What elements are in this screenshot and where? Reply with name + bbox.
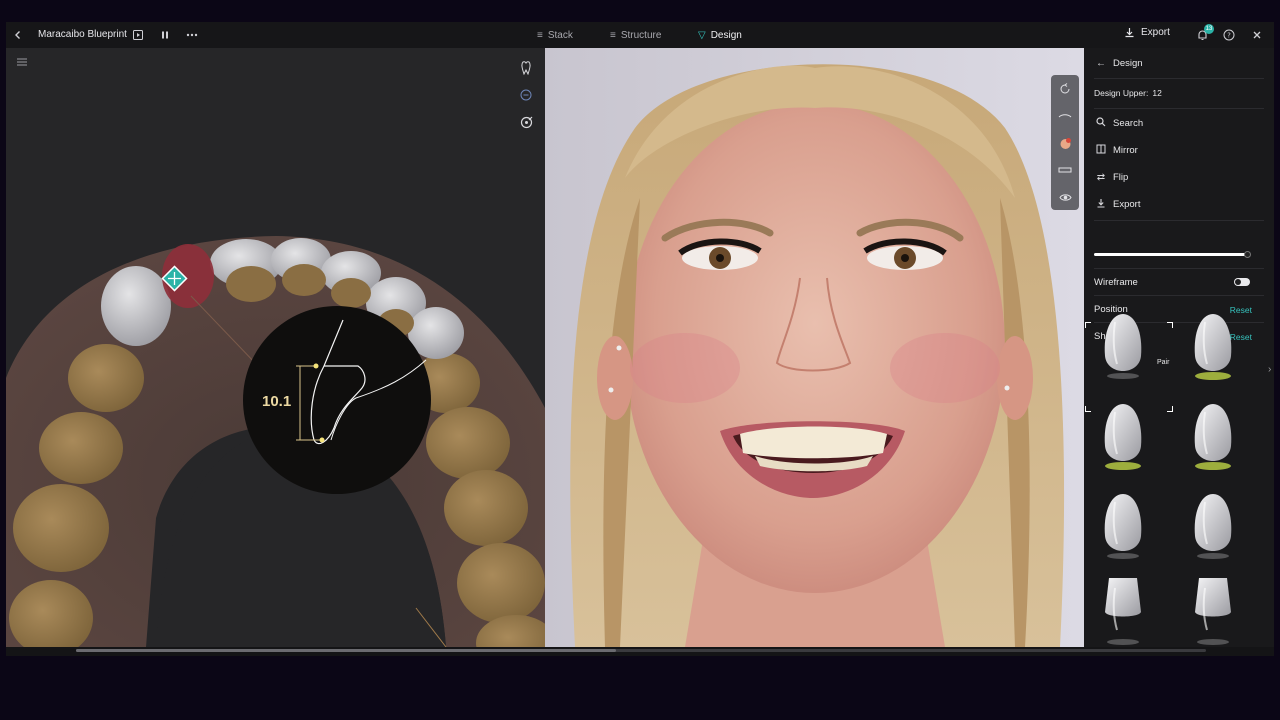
measurement-value: 10.1 — [262, 393, 292, 410]
design-upper-value: 12 — [1152, 88, 1162, 98]
shade-icon[interactable] — [1057, 135, 1073, 151]
tab-structure-label: Structure — [620, 29, 662, 41]
tab-stack-label: Stack — [547, 29, 573, 41]
scrollbar-thumb[interactable] — [76, 649, 616, 652]
eye-icon[interactable] — [1057, 189, 1073, 205]
notification-badge: 13 — [1204, 24, 1214, 34]
download-icon — [1094, 198, 1108, 211]
arrow-left-icon[interactable]: ← — [1094, 58, 1108, 69]
divider — [1094, 295, 1264, 296]
divider — [1094, 108, 1264, 109]
shape-tile[interactable] — [1173, 396, 1253, 478]
chevron-right-icon[interactable]: › — [1268, 364, 1271, 375]
search-icon — [1094, 116, 1108, 130]
shape-tile[interactable] — [1083, 306, 1163, 388]
mirror-action[interactable]: Mirror — [1084, 137, 1274, 163]
menu-icon[interactable] — [14, 54, 30, 70]
stack-icon: ≡ — [537, 29, 543, 41]
tab-design-label: Design — [710, 29, 742, 41]
mirror-icon — [1094, 144, 1108, 157]
shape-tile[interactable] — [1173, 486, 1253, 568]
tab-design[interactable]: ▽ Design — [698, 27, 742, 43]
divider — [1094, 220, 1264, 221]
export-action-label: Export — [1113, 198, 1141, 210]
top-bar: Maracaibo Blueprint ≡ Stack ≡ Structure … — [6, 22, 1274, 48]
flip-icon: ⇄ — [1096, 171, 1106, 183]
svg-text:?: ? — [1227, 32, 1231, 40]
design-upper-row: Design Upper: 12 — [1084, 80, 1274, 106]
export-button[interactable]: Export — [1124, 27, 1170, 38]
smile-curve-icon[interactable] — [1057, 108, 1073, 124]
selection-corner — [1167, 406, 1173, 412]
target-icon[interactable] — [518, 114, 534, 130]
play-icon[interactable] — [130, 27, 146, 43]
help-icon[interactable]: ? — [1221, 27, 1237, 43]
shape-tile[interactable] — [1083, 396, 1163, 478]
tab-structure[interactable]: ≡ Structure — [610, 27, 661, 43]
tab-stack[interactable]: ≡ Stack — [537, 27, 573, 43]
selection-corner — [1085, 406, 1091, 412]
divider — [1094, 268, 1264, 269]
shape-tile[interactable] — [1083, 572, 1163, 654]
panel-title: Design — [1113, 57, 1143, 69]
selection-corner — [1085, 322, 1091, 328]
patient-face-image — [545, 48, 1084, 647]
more-icon[interactable] — [184, 27, 200, 43]
shape-tile[interactable] — [1173, 306, 1253, 388]
minus-circle-icon[interactable] — [518, 87, 534, 103]
opacity-slider[interactable] — [1094, 253, 1246, 256]
structure-icon: ≡ — [610, 29, 616, 41]
search-label: Search — [1113, 117, 1144, 129]
wireframe-toggle[interactable] — [1234, 278, 1250, 286]
wireframe-label: Wireframe — [1094, 277, 1138, 288]
panel-header[interactable]: ← Design — [1084, 50, 1274, 76]
design-icon: ▽ — [698, 29, 706, 41]
tooth-icon[interactable] — [518, 60, 534, 76]
veneer-shape-image — [1104, 494, 1142, 559]
divider — [1094, 78, 1264, 79]
download-icon — [1125, 28, 1134, 38]
veneer-shape-image — [1195, 578, 1231, 645]
veneer-shape-image — [1105, 578, 1141, 645]
project-title: Maracaibo Blueprint — [38, 29, 127, 40]
flip-label: Flip — [1113, 171, 1129, 183]
veneer-shape-image — [1194, 314, 1232, 380]
dental-arch-model[interactable] — [6, 48, 545, 647]
pair-label: Pair — [1157, 359, 1170, 366]
shape-tile[interactable] — [1173, 572, 1253, 654]
veneer-shape-image — [1194, 404, 1232, 470]
patient-photo[interactable] — [545, 48, 1084, 647]
mirror-label: Mirror — [1113, 144, 1138, 156]
export-label: Export — [1141, 27, 1170, 38]
app-window: Maracaibo Blueprint ≡ Stack ≡ Structure … — [6, 22, 1274, 656]
rotate-icon[interactable] — [1057, 81, 1073, 97]
flip-action[interactable]: ⇄ Flip — [1084, 164, 1274, 190]
ruler-icon[interactable] — [1057, 162, 1073, 178]
veneer-shape-image — [1104, 314, 1142, 379]
3d-viewport[interactable]: 10.1 — [6, 48, 545, 647]
close-icon[interactable] — [1249, 27, 1265, 43]
chevron-left-icon[interactable] — [10, 27, 26, 43]
veneer-shape-image — [1194, 494, 1232, 559]
veneer-shape-image — [1104, 404, 1142, 470]
slider-handle[interactable] — [1244, 251, 1251, 258]
search-action[interactable]: Search — [1084, 110, 1274, 136]
pause-icon[interactable] — [157, 27, 173, 43]
photo-toolbar — [1051, 75, 1079, 210]
export-action[interactable]: Export — [1084, 191, 1274, 217]
design-upper-label: Design Upper: — [1094, 88, 1149, 98]
selection-corner — [1167, 322, 1173, 328]
shape-tile[interactable] — [1083, 486, 1163, 568]
